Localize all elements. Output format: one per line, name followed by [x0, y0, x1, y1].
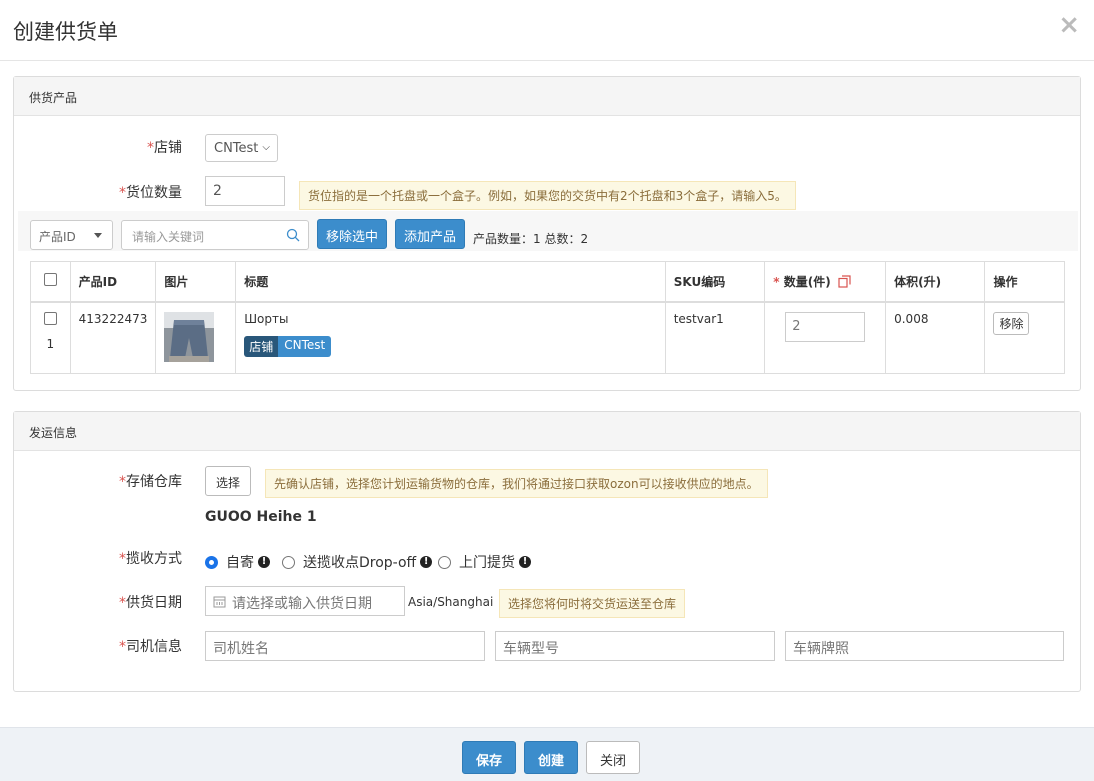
cell-title: Шорты [244, 311, 289, 326]
info-icon: ! [420, 556, 433, 568]
timezone-label: Asia/Shanghai [408, 595, 494, 609]
warehouse-name: GUOO Heihe 1 [205, 509, 317, 525]
warehouse-label: *存储仓库 [119, 474, 182, 490]
qty-input[interactable]: 2 [785, 311, 866, 342]
slots-input[interactable]: 2 [205, 176, 285, 206]
method-radio-dropoff[interactable]: 送揽收点Drop-off! [282, 552, 433, 572]
product-table: 产品ID 图片 标题 SKU编码 * 数量(件) 体积(升) 操作 1 4132… [30, 261, 1065, 374]
table-header-row: 产品ID 图片 标题 SKU编码 * 数量(件) 体积(升) 操作 [30, 261, 1065, 303]
chevron-down-icon: ⌵ [262, 142, 270, 153]
col-qty: * 数量(件) [764, 261, 887, 303]
caret-down-icon [94, 233, 102, 238]
keyword-input[interactable]: 请输入关键词 [121, 220, 309, 250]
remove-selected-button[interactable]: 移除选中 [317, 219, 387, 249]
shipping-panel: 发运信息 *存储仓库 选择 先确认店铺，选择您计划运输货物的仓库，我们将通过接口… [13, 411, 1081, 692]
radio-unchecked[interactable] [282, 555, 295, 569]
modal-title: 创建供货单 [13, 20, 118, 44]
close-icon[interactable]: × [1058, 12, 1080, 38]
select-all-checkbox[interactable] [43, 273, 57, 286]
driver-name-input[interactable]: 司机姓名 [205, 631, 485, 661]
cell-product-id: 413222473 [69, 301, 157, 374]
col-title: 标题 [235, 261, 666, 303]
info-icon: ! [519, 556, 531, 568]
method-radio-self[interactable]: 自寄! [205, 552, 270, 572]
date-label: *供货日期 [119, 595, 182, 611]
warehouse-tip: 先确认店铺，选择您计划运输货物的仓库，我们将通过接口获取ozon可以接收供应的地… [265, 469, 768, 498]
row-index: 1 [46, 336, 55, 351]
shop-label: *店铺 [147, 140, 182, 156]
save-button[interactable]: 保存 [462, 741, 516, 774]
shop-badge: 店铺 CNTest [244, 335, 332, 357]
method-radio-pickup[interactable]: 上门提货! [438, 552, 531, 572]
calendar-icon [213, 596, 226, 608]
date-tip: 选择您将何时将交货运送至仓库 [499, 589, 686, 618]
product-toolbar: 产品ID 请输入关键词 移除选中 添加产品 产品数量：1 总数：2 [18, 211, 1078, 251]
supply-products-panel: 供货产品 *店铺 CNTest ⌵ *货位数量 2 货位指的是一个托盘或一个盒子… [13, 76, 1081, 391]
radio-checked[interactable] [205, 555, 218, 569]
col-image: 图片 [155, 261, 237, 303]
choose-warehouse-button[interactable]: 选择 [205, 466, 251, 496]
modal-header: 创建供货单 × [0, 0, 1094, 61]
add-product-button[interactable]: 添加产品 [395, 219, 465, 249]
col-product-id: 产品ID [69, 261, 157, 303]
slots-label: *货位数量 [119, 185, 182, 201]
date-input[interactable]: 请选择或输入供货日期 [205, 586, 405, 616]
slots-tip: 货位指的是一个托盘或一个盒子。例如，如果您的交货中有2个托盘和3个盒子，请输入5… [299, 181, 796, 210]
vehicle-model-input[interactable]: 车辆型号 [495, 631, 775, 661]
panel-heading: 供货产品 [14, 77, 1080, 116]
copy-icon[interactable] [838, 275, 851, 288]
col-sku: SKU编码 [664, 261, 766, 303]
search-icon[interactable] [286, 228, 300, 242]
close-button[interactable]: 关闭 [586, 741, 640, 774]
cell-sku: testvar1 [664, 301, 766, 374]
radio-unchecked[interactable] [438, 555, 451, 569]
col-volume: 体积(升) [885, 261, 986, 303]
product-thumbnail [164, 311, 215, 362]
vehicle-plate-input[interactable]: 车辆牌照 [785, 631, 1064, 661]
col-action: 操作 [984, 261, 1065, 303]
method-label: *揽收方式 [119, 551, 182, 567]
cell-volume: 0.008 [885, 301, 986, 374]
panel-heading: 发运信息 [14, 412, 1080, 451]
shop-select[interactable]: CNTest ⌵ [205, 134, 278, 162]
create-button[interactable]: 创建 [524, 741, 578, 774]
product-count: 产品数量：1 总数：2 [473, 232, 589, 246]
row-checkbox[interactable] [43, 311, 57, 325]
modal-footer: 保存 创建 关闭 [0, 727, 1094, 781]
info-icon: ! [258, 556, 270, 568]
driver-label: *司机信息 [119, 639, 182, 655]
table-row: 1 413222473 Шорты 店铺 CNTest testvar1 2 0… [30, 301, 1065, 374]
filter-type-dropdown[interactable]: 产品ID [30, 220, 113, 250]
remove-row-button[interactable]: 移除 [993, 311, 1030, 335]
